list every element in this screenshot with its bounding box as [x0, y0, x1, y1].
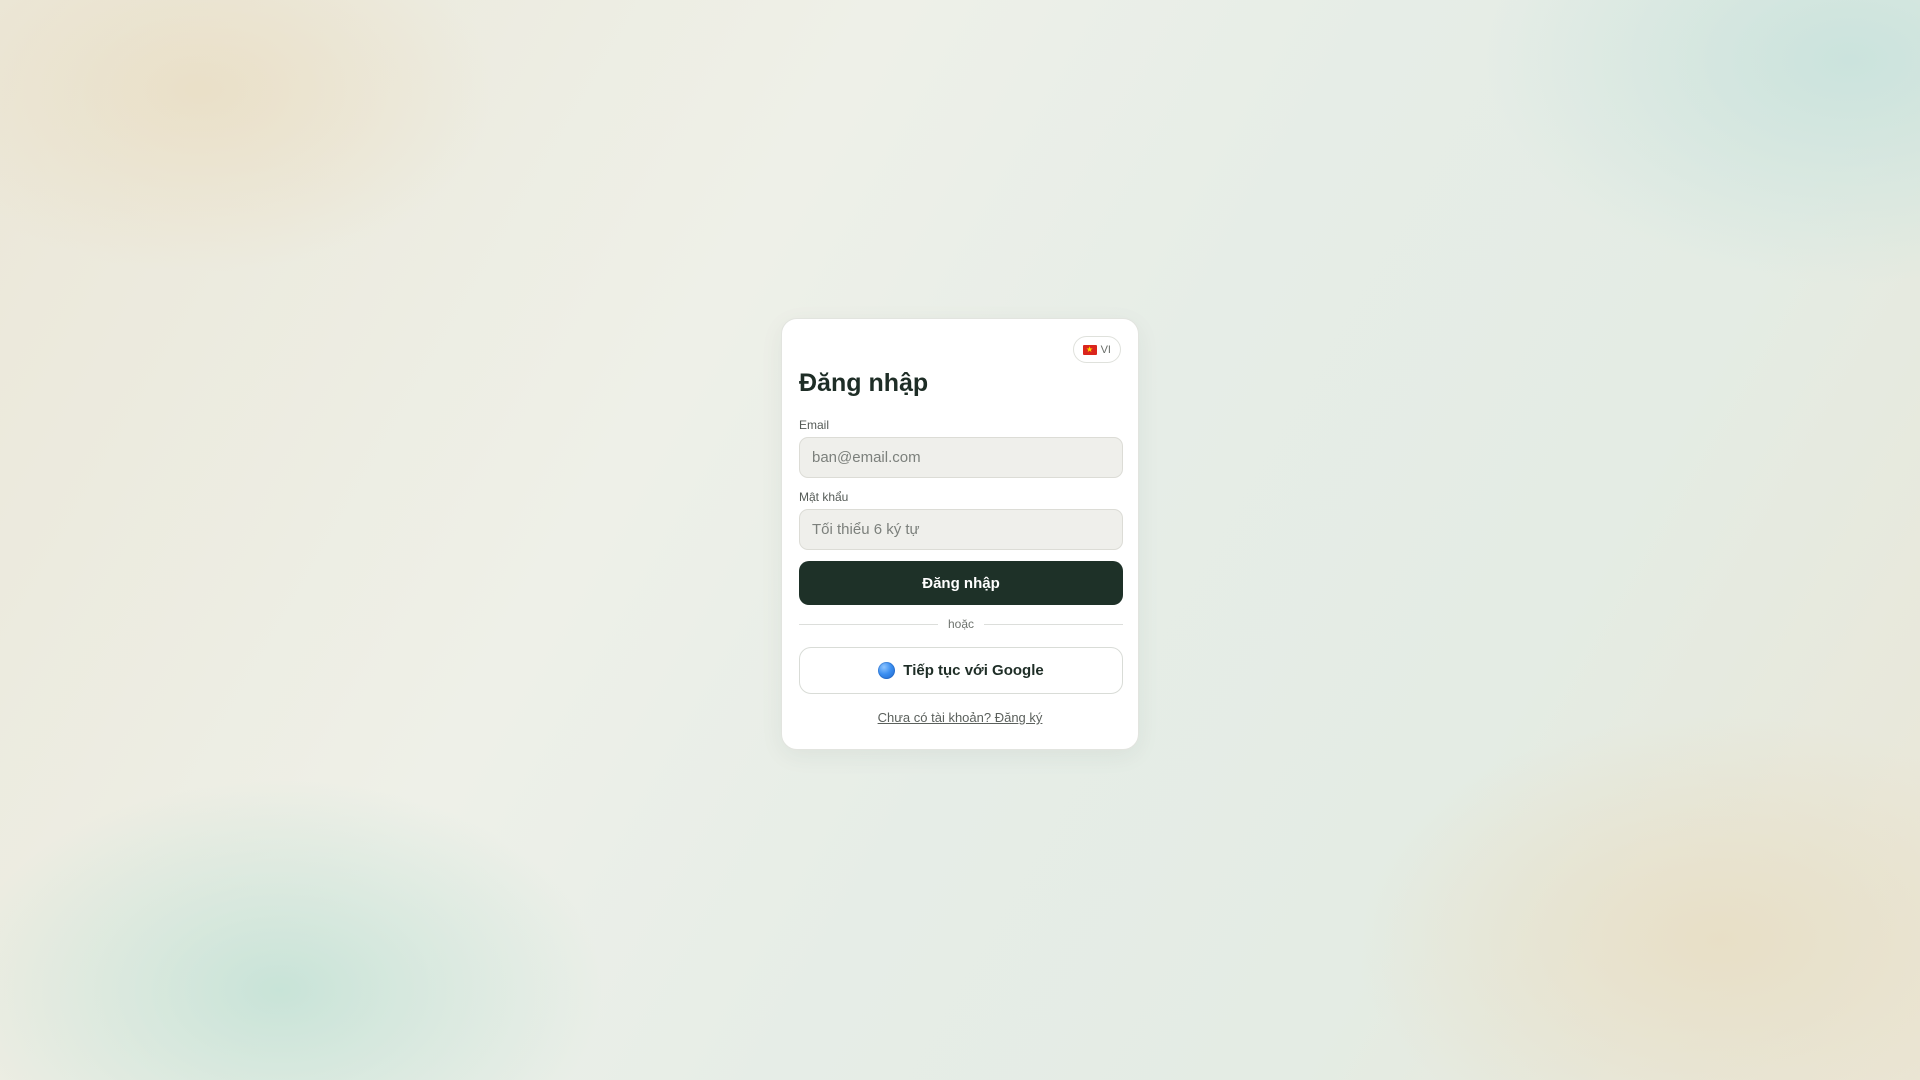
google-login-button[interactable]: Tiếp tục với Google [799, 647, 1123, 694]
divider-text: hoặc [947, 617, 975, 631]
login-button[interactable]: Đăng nhập [799, 561, 1123, 605]
email-field[interactable] [799, 437, 1123, 478]
password-label: Mật khẩu [799, 490, 849, 504]
vietnam-flag-icon: ★ [1082, 344, 1097, 355]
password-field[interactable] [799, 509, 1123, 550]
or-divider: hoặc [799, 616, 1123, 632]
divider-line-right [984, 623, 1123, 625]
divider-line-left [799, 623, 938, 625]
google-icon [878, 662, 896, 679]
email-label: Email [799, 418, 830, 432]
signup-link[interactable]: Chưa có tài khoản? Đăng ký [782, 710, 1138, 725]
language-switcher-button[interactable]: ★ VI [1072, 336, 1121, 363]
google-login-label: Tiếp tục với Google [903, 662, 1044, 679]
login-card: ★ VI Đăng nhập Email Mật khẩu Đăng nhập … [781, 318, 1139, 750]
page-title: Đăng nhập [799, 369, 929, 397]
language-code: VI [1100, 343, 1111, 356]
